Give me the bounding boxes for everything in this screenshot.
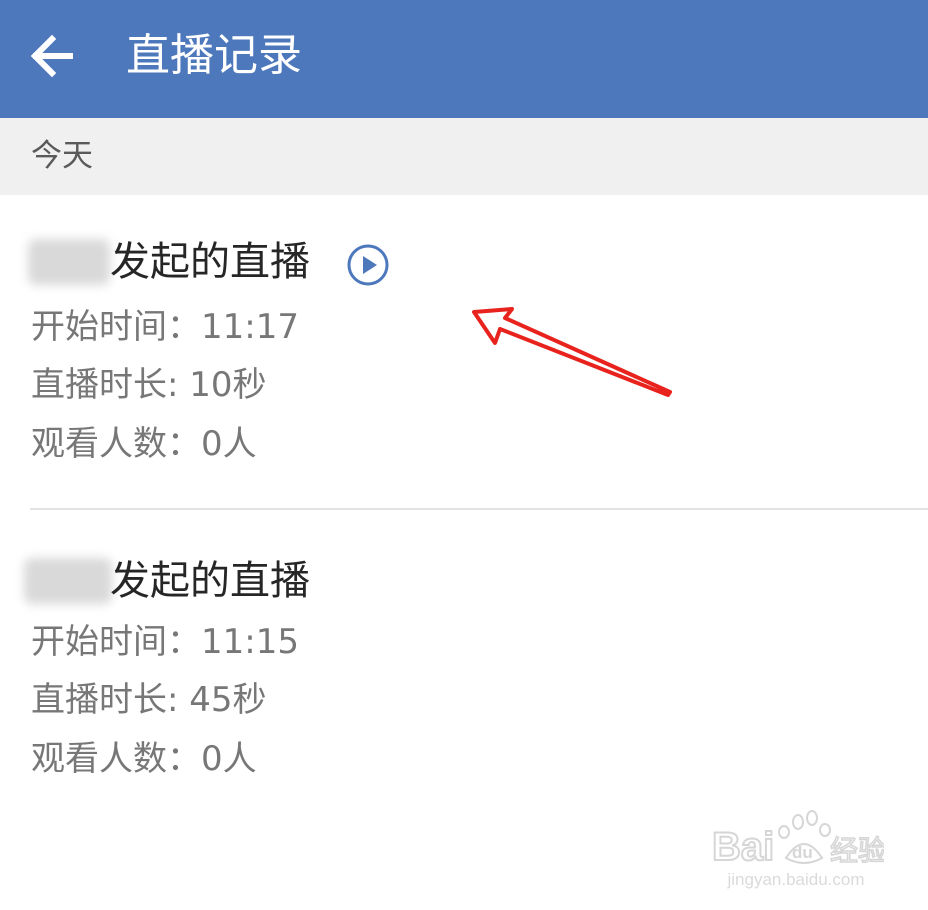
duration-text: 直播时长: 45秒 (31, 680, 267, 720)
start-time-text: 开始时间：11:15 (31, 622, 299, 662)
play-button[interactable] (346, 243, 390, 287)
record-title: 发起的直播 (110, 558, 310, 604)
watermark-url: jingyan.baidu.com (727, 870, 865, 889)
section-header-label: 今天 (31, 138, 93, 174)
svg-text:Bai: Bai (712, 825, 774, 869)
play-circle-icon (347, 244, 389, 286)
live-record-item[interactable]: 发起的直播 开始时间：11:17 直播时长: 10秒 观看人数：0人 (0, 195, 928, 508)
host-name-blurred (28, 239, 110, 285)
start-time-text: 开始时间：11:17 (31, 307, 299, 347)
live-record-item[interactable]: 发起的直播 开始时间：11:15 直播时长: 45秒 观看人数：0人 (0, 510, 928, 810)
app-bar: 直播记录 (0, 0, 928, 118)
svg-text:du: du (792, 843, 813, 862)
baidu-paw-logo-icon: Bai du 经验 (711, 810, 884, 870)
section-header-today: 今天 (0, 118, 928, 195)
viewer-count-text: 观看人数：0人 (31, 739, 257, 779)
svg-text:经验: 经验 (830, 834, 884, 867)
viewer-count-text: 观看人数：0人 (31, 424, 257, 464)
arrow-left-icon (30, 34, 73, 78)
duration-text: 直播时长: 10秒 (31, 365, 267, 405)
baidu-watermark: Bai du 经验 jingyan.baidu.com (708, 808, 884, 898)
back-button[interactable] (22, 26, 82, 86)
host-name-blurred (24, 558, 112, 604)
record-title: 发起的直播 (110, 239, 310, 285)
page-title: 直播记录 (126, 30, 302, 81)
